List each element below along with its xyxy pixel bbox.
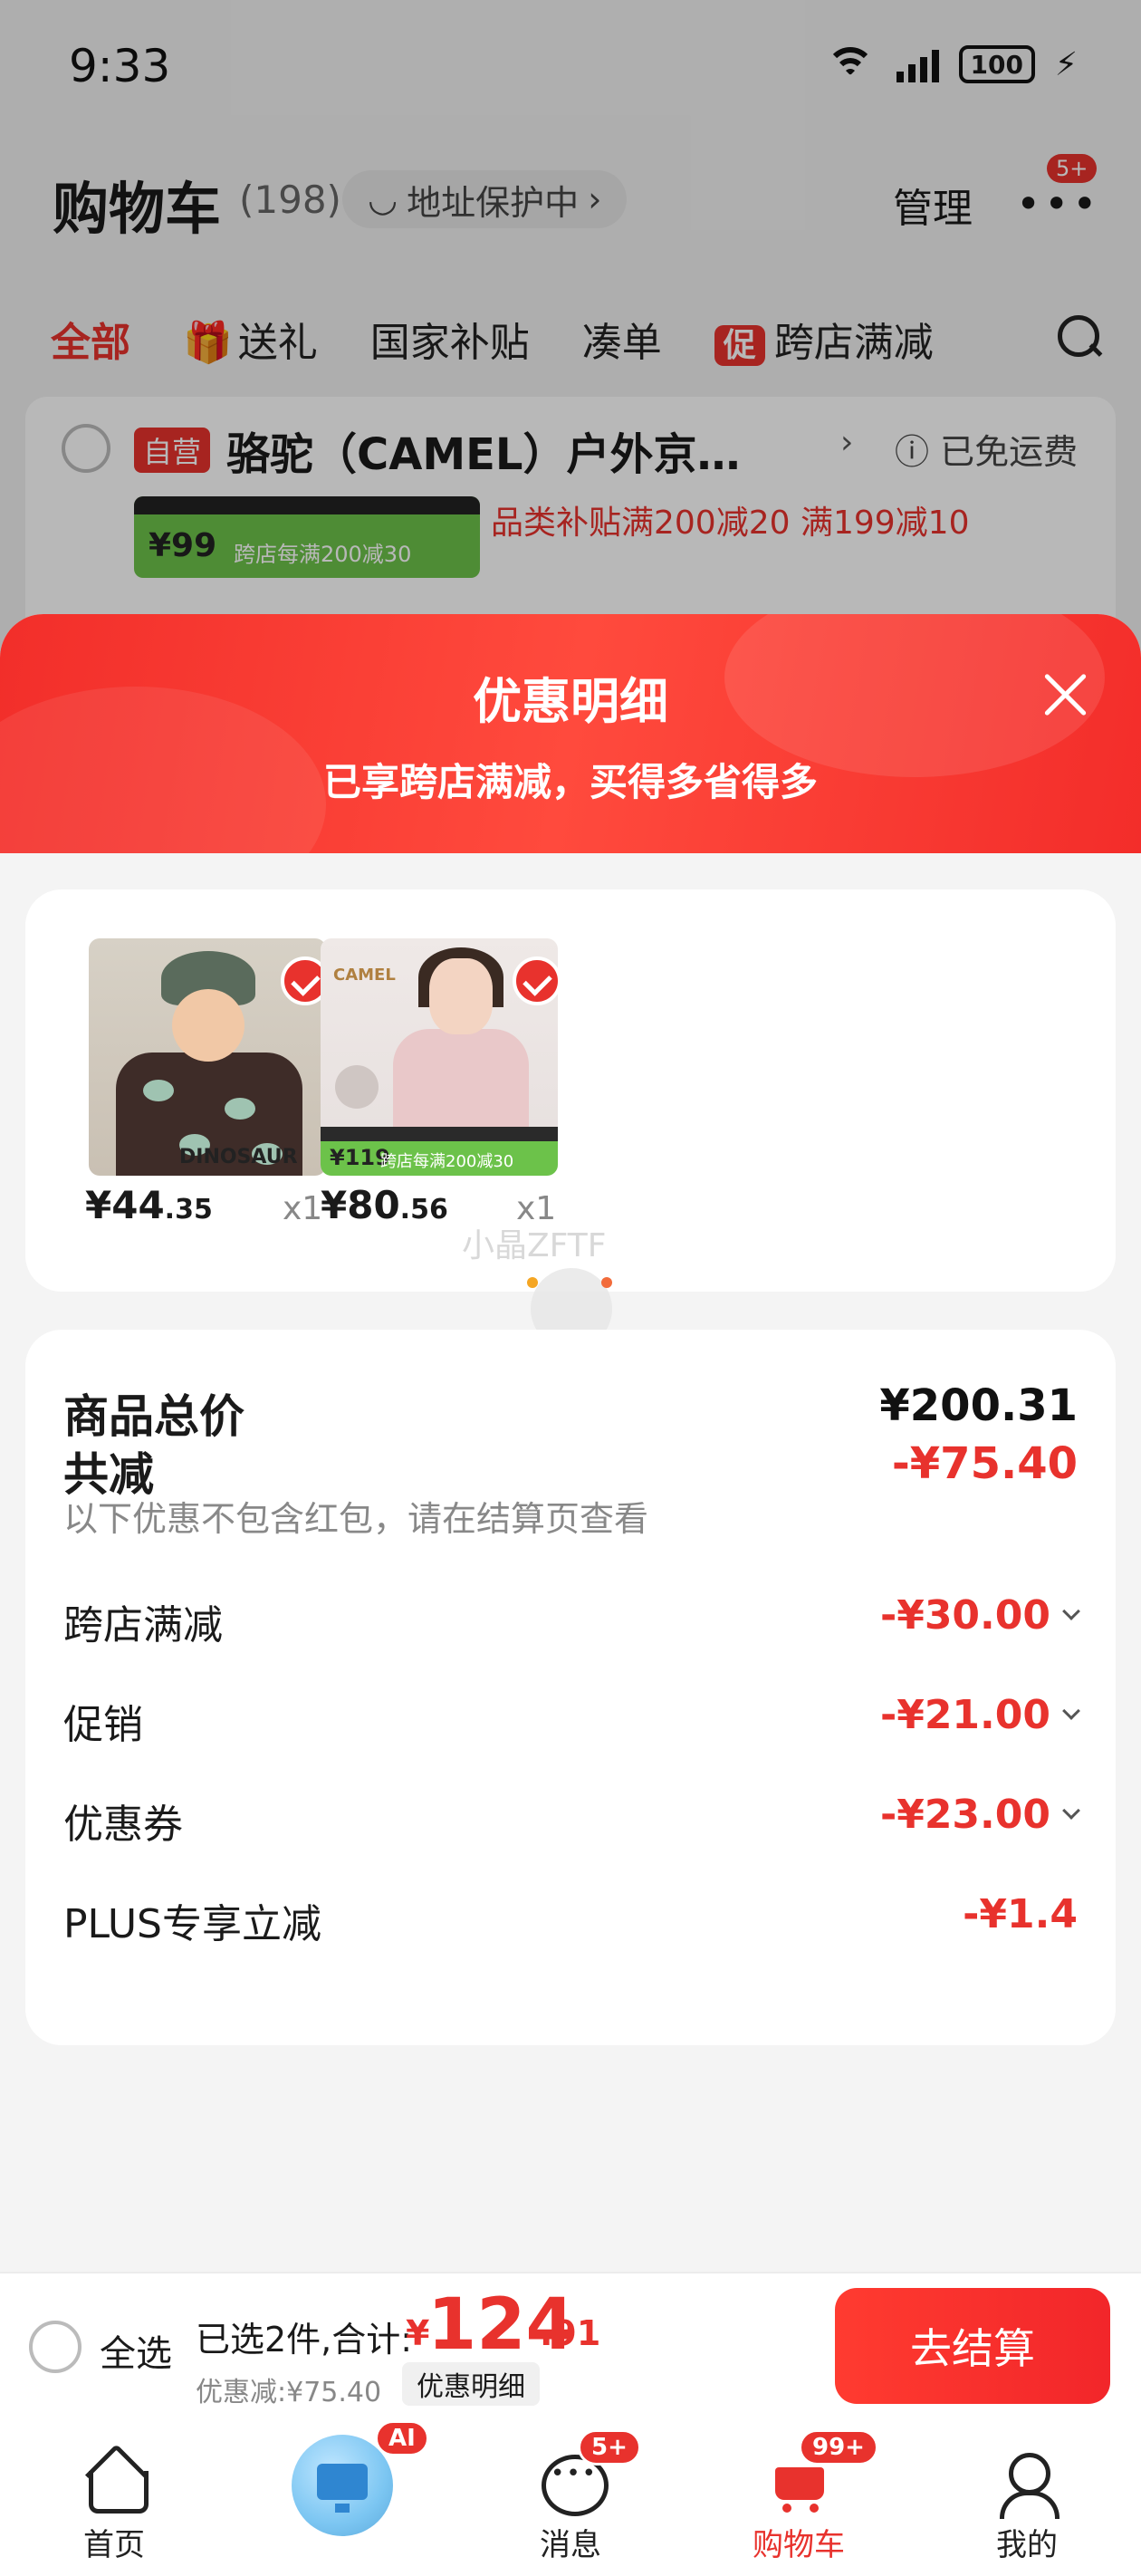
sheet-title: 优惠明细 (473, 673, 668, 730)
select-all-label[interactable]: 全选 (100, 2324, 172, 2377)
select-all-checkbox[interactable] (29, 2321, 82, 2373)
camel-logo: CAMEL (333, 966, 396, 985)
total-amount-dec: .91 (540, 2313, 601, 2353)
loading-dot (601, 1277, 612, 1288)
product-print-text: DINOSAUR (179, 1146, 298, 1168)
discount-detail-button[interactable]: 优惠明细 (402, 2362, 540, 2406)
discount-detail-sheet: 优惠明细 已享跨店满减，买得多省得多 DINOSAUR ¥44.35 x1 CA… (0, 614, 1141, 2272)
price-detail-card: 商品总价 ¥200.31 共减 -¥75.40 以下优惠不包含红包，请在结算页查… (25, 1330, 1116, 2045)
discount-value: -¥1.4 (963, 1891, 1078, 1937)
discount-label: PLUS专享立减 (63, 1901, 321, 1947)
chevron-down-icon (1062, 1602, 1080, 1620)
discount-row-promotion[interactable]: 促销 -¥21.00 (63, 1692, 1080, 1764)
close-icon[interactable] (1040, 668, 1090, 719)
tab-cart-label: 购物车 (753, 2527, 845, 2563)
checkout-bar: 全选 已选2件,合计: ¥ 124 .91 优惠减:¥75.40 优惠明细 去结… (0, 2272, 1141, 2422)
discount-row-cross-store[interactable]: 跨店满减 -¥30.00 (63, 1592, 1080, 1665)
bottom-tab-bar: 首页 AI 5+ 消息 99+ 购物车 我的 (0, 2420, 1141, 2576)
banner-text: 跨店每满200减30 (380, 1152, 514, 1171)
chevron-down-icon (1062, 1802, 1080, 1820)
checkout-button[interactable]: 去结算 (835, 2288, 1110, 2404)
tab-profile-label: 我的 (996, 2527, 1058, 2563)
price-dec: .35 (164, 1194, 213, 1226)
total-price-label: 商品总价 (63, 1390, 244, 1443)
total-price-value: ¥200.31 (879, 1380, 1078, 1431)
discount-value-wrap: -¥21.00 (879, 1692, 1080, 1738)
discount-label: 优惠券 (63, 1802, 183, 1848)
tab-home-label: 首页 (83, 2527, 145, 2563)
tab-profile[interactable]: 我的 (936, 2422, 1117, 2576)
total-reduce-value: -¥75.40 (891, 1438, 1078, 1489)
price-int: ¥44 (85, 1183, 165, 1227)
product-price: ¥44.35 (85, 1183, 213, 1227)
reduce-note: 以下优惠不包含红包，请在结算页查看 (63, 1499, 649, 1539)
discount-value-wrap: -¥23.00 (879, 1792, 1080, 1838)
tab-messages[interactable]: 5+ 消息 (480, 2422, 661, 2576)
sheet-subtitle: 已享跨店满减，买得多省得多 (322, 760, 818, 804)
product-checked-icon[interactable] (513, 956, 561, 1005)
tab-home[interactable]: 首页 (24, 2422, 205, 2576)
ai-badge: AI (375, 2420, 429, 2456)
user-icon (994, 2449, 1060, 2519)
price-dec: .56 (399, 1194, 448, 1226)
discount-value: -¥23.00 (879, 1792, 1050, 1838)
discount-label: 跨店满减 (63, 1602, 223, 1648)
tab-messages-label: 消息 (540, 2527, 601, 2563)
discount-row-coupon[interactable]: 优惠券 -¥23.00 (63, 1792, 1080, 1864)
tab-cart[interactable]: 99+ 购物车 (708, 2422, 889, 2576)
product-price: ¥80.56 (321, 1183, 448, 1227)
tab-ai-assistant[interactable]: AI (250, 2420, 431, 2576)
ai-assistant-icon (292, 2435, 393, 2536)
discount-row-plus: PLUS专享立减 -¥1.4 (63, 1891, 1078, 1964)
product-qty: x1 (283, 1190, 323, 1227)
discount-value: -¥21.00 (879, 1692, 1050, 1738)
watermark: 小晶ZFTF (462, 1227, 607, 1264)
cart-badge: 99+ (799, 2429, 878, 2465)
chevron-down-icon (1062, 1702, 1080, 1720)
product-item[interactable]: CAMEL ¥119 跨店每满200减30 ¥80.56 x1 (321, 938, 561, 1227)
discount-value: -¥30.00 (879, 1592, 1050, 1639)
total-currency: ¥ (406, 2313, 430, 2353)
price-int: ¥80 (321, 1183, 400, 1227)
message-badge: 5+ (578, 2429, 641, 2465)
loading-dot (527, 1277, 538, 1288)
discount-summary: 优惠减:¥75.40 (196, 2377, 382, 2408)
selected-count-text: 已选2件,合计: (196, 2320, 413, 2360)
discount-label: 促销 (63, 1702, 143, 1748)
discount-value-wrap: -¥30.00 (879, 1592, 1080, 1639)
product-item[interactable]: DINOSAUR ¥44.35 x1 (85, 938, 330, 1227)
sheet-header: 优惠明细 已享跨店满减，买得多省得多 (0, 614, 1141, 922)
home-icon (82, 2449, 149, 2514)
